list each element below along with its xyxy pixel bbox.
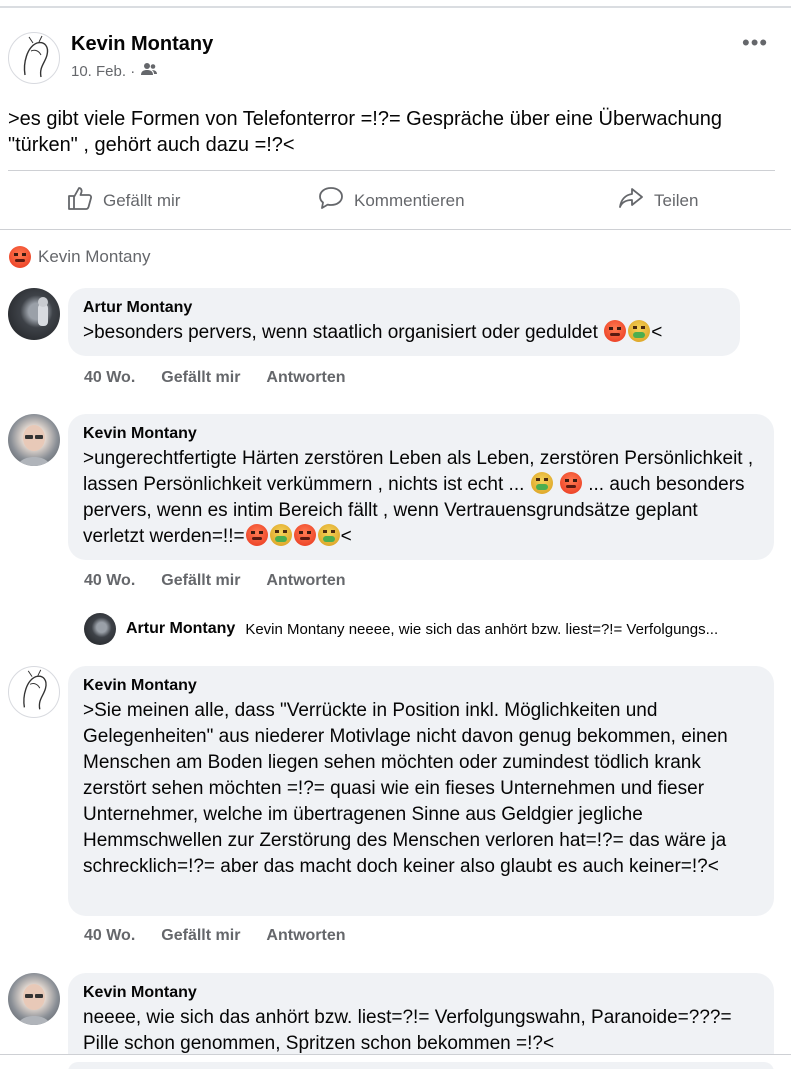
reaction-name: Kevin Montany (38, 247, 151, 266)
comment-author[interactable]: Kevin Montany (83, 424, 758, 444)
comment-composer[interactable] (68, 1062, 774, 1069)
comment-bubble-icon (318, 186, 344, 215)
comment-text: >Sie meinen alle, dass "Verrückte in Pos… (83, 700, 728, 877)
reply-author[interactable]: Artur Montany (126, 620, 235, 638)
sick-emoji-icon (269, 524, 292, 546)
share-button[interactable]: Teilen (618, 186, 698, 215)
like-button[interactable]: Gefällt mir (67, 186, 180, 215)
commenter-avatar[interactable] (8, 288, 60, 340)
comment-like-button[interactable]: Gefällt mir (161, 572, 240, 590)
comment-text-suffix: < (651, 322, 663, 343)
sick-emoji-icon (530, 472, 553, 494)
share-arrow-icon (618, 186, 644, 215)
comment-actions: 40 Wo. Gefällt mir Antworten (84, 927, 346, 945)
angry-emoji-icon (245, 524, 268, 546)
actions-divider (8, 170, 775, 171)
angry-emoji-icon (604, 320, 627, 342)
comment-bubble: Kevin Montany >ungerechtfertigte Härten … (68, 414, 774, 560)
comment-like-button[interactable]: Gefällt mir (161, 927, 240, 945)
comment-label: Kommentieren (354, 190, 465, 210)
more-options-icon[interactable]: ••• (742, 30, 768, 56)
comment-bubble: Kevin Montany neeee, wie sich das anhört… (68, 973, 774, 1054)
reply-preview[interactable]: Artur Montany Kevin Montany neeee, wie s… (84, 613, 718, 645)
reply-text: Kevin Montany neeee, wie sich das anhört… (245, 620, 719, 638)
comment-button[interactable]: Kommentieren (318, 186, 465, 215)
angry-emoji-icon (293, 524, 316, 546)
comment-text-suffix: < (340, 526, 352, 547)
thumbs-up-icon (67, 186, 93, 215)
reply-avatar[interactable] (84, 613, 116, 645)
comment-text: neeee, wie sich das anhört bzw. liest=?!… (83, 1007, 732, 1054)
footer-divider (0, 1054, 791, 1055)
reaction-summary[interactable]: Kevin Montany (8, 246, 150, 268)
post-date[interactable]: 10. Feb. · (71, 63, 135, 80)
comment-author[interactable]: Artur Montany (83, 298, 724, 318)
comment-time[interactable]: 40 Wo. (84, 927, 135, 945)
comment-like-button[interactable]: Gefällt mir (161, 369, 240, 387)
comment-text: >ungerechtfertigte Härten zerstören Lebe… (83, 446, 758, 550)
comment-author[interactable]: Kevin Montany (83, 983, 758, 1003)
commenter-avatar[interactable] (8, 414, 60, 466)
comment-reply-button[interactable]: Antworten (266, 369, 345, 387)
comment-bubble: Artur Montany >besonders pervers, wenn s… (68, 288, 740, 356)
friends-audience-icon[interactable] (141, 62, 158, 80)
comment-reply-button[interactable]: Antworten (266, 572, 345, 590)
post-text: >es gibt viele Formen von Telefonterror … (8, 108, 722, 156)
post-bottom-divider (0, 229, 791, 230)
sick-emoji-icon (628, 320, 651, 342)
share-label: Teilen (654, 190, 699, 210)
author-avatar[interactable] (8, 32, 60, 84)
top-divider (0, 6, 791, 8)
post-meta: 10. Feb. · (71, 62, 158, 80)
comment-author[interactable]: Kevin Montany (83, 676, 758, 696)
post-author-name[interactable]: Kevin Montany (71, 33, 213, 56)
comment-text-body: >besonders pervers, wenn staatlich organ… (83, 322, 598, 343)
comment-actions: 40 Wo. Gefällt mir Antworten (84, 369, 346, 387)
comment-time[interactable]: 40 Wo. (84, 369, 135, 387)
sick-emoji-icon (317, 524, 340, 546)
angry-emoji-icon (559, 472, 582, 494)
commenter-avatar[interactable] (8, 973, 60, 1025)
comment-reply-button[interactable]: Antworten (266, 927, 345, 945)
comment-text: >besonders pervers, wenn staatlich organ… (83, 320, 724, 346)
like-label: Gefällt mir (103, 190, 181, 210)
commenter-avatar[interactable] (8, 666, 60, 718)
comment-bubble: Kevin Montany >Sie meinen alle, dass "Ve… (68, 666, 774, 916)
angry-emoji-icon (9, 246, 31, 268)
comment-time[interactable]: 40 Wo. (84, 572, 135, 590)
comment-actions: 40 Wo. Gefällt mir Antworten (84, 572, 346, 590)
